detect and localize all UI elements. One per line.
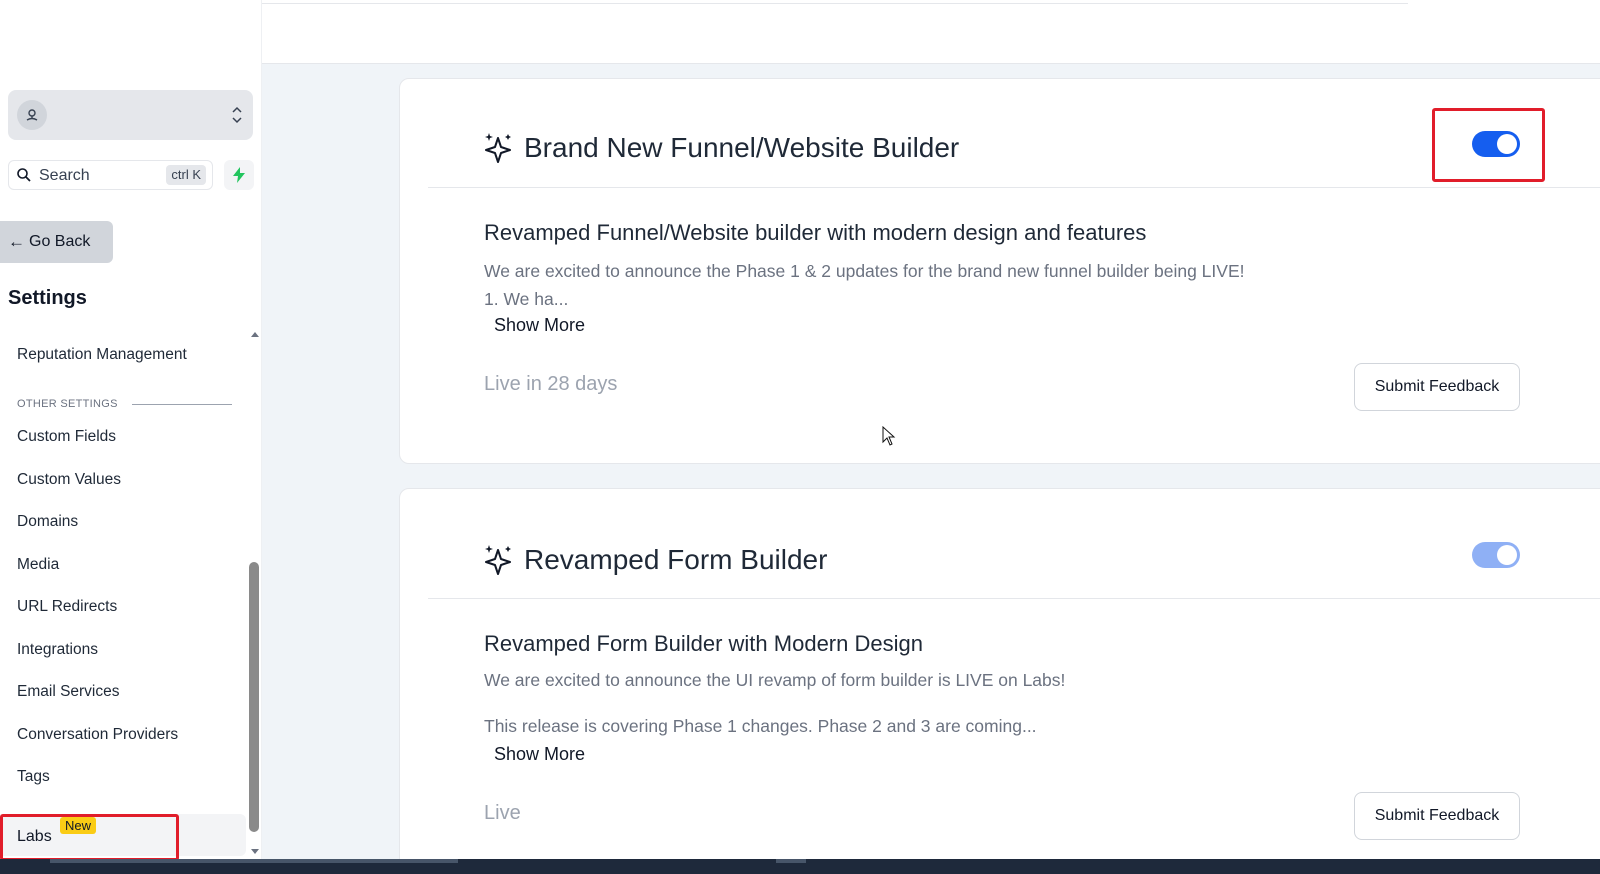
feature-card-funnel-builder: Brand New Funnel/Website Builder Revampe… — [399, 78, 1600, 464]
toggle-knob — [1497, 545, 1517, 565]
status-text: Live in 28 days — [484, 373, 618, 395]
toggle-knob — [1497, 134, 1517, 154]
sparkles-icon — [485, 133, 511, 163]
mouse-cursor-icon — [882, 426, 896, 446]
search-placeholder: Search — [39, 167, 90, 184]
settings-title: Settings — [8, 287, 87, 309]
sidebar-item-url-redirects[interactable]: URL Redirects — [17, 598, 117, 616]
card-description: We are excited to announce the UI revamp… — [484, 670, 1066, 690]
quick-action-button[interactable] — [224, 160, 254, 190]
sidebar-item-custom-values[interactable]: Custom Values — [17, 471, 121, 489]
card-description: We are excited to announce the Phase 1 &… — [484, 261, 1245, 281]
sidebar-item-conversation-providers[interactable]: Conversation Providers — [17, 726, 178, 744]
top-divider — [262, 3, 1408, 4]
card-title: Revamped Form Builder — [524, 544, 828, 575]
go-back-button[interactable]: ← Go Back — [0, 221, 113, 263]
sidebar-item-labs[interactable]: Labs New — [0, 814, 246, 856]
show-more-link[interactable]: Show More — [494, 315, 585, 336]
sidebar-item-custom-fields[interactable]: Custom Fields — [17, 428, 116, 446]
arrow-left-icon: ← — [8, 232, 25, 251]
sparkles-icon — [485, 545, 511, 575]
search-input[interactable]: Search ctrl K — [8, 160, 213, 190]
submit-feedback-button[interactable]: Submit Feedback — [1354, 792, 1520, 840]
sidebar: Search ctrl K ← Go Back Settings Reputat… — [0, 0, 262, 874]
section-divider — [131, 403, 232, 405]
settings-nav: Reputation Management OTHER SETTINGS Cus… — [0, 330, 248, 860]
taskbar-segment — [776, 859, 806, 863]
card-header: Revamped Form Builder — [484, 544, 827, 576]
section-heading-label: OTHER SETTINGS — [17, 398, 118, 410]
show-more-link[interactable]: Show More — [494, 744, 585, 765]
search-icon — [17, 168, 31, 182]
location-pin-icon — [17, 100, 47, 130]
top-bar — [262, 0, 1600, 64]
account-switcher[interactable] — [8, 90, 253, 140]
sidebar-item-integrations[interactable]: Integrations — [17, 641, 98, 659]
sidebar-item-tags[interactable]: Tags — [17, 768, 50, 786]
keyboard-shortcut-badge: ctrl K — [166, 165, 206, 185]
new-badge: New — [60, 817, 97, 834]
card-subtitle: Revamped Form Builder with Modern Design — [484, 631, 923, 656]
labs-label: Labs — [17, 828, 52, 845]
taskbar-edge — [0, 859, 1600, 874]
sidebar-item-domains[interactable]: Domains — [17, 513, 78, 531]
feature-toggle[interactable] — [1472, 131, 1520, 157]
card-title: Brand New Funnel/Website Builder — [524, 132, 960, 163]
submit-feedback-button[interactable]: Submit Feedback — [1354, 363, 1520, 411]
feature-toggle[interactable] — [1472, 542, 1520, 568]
card-description-continued: This release is covering Phase 1 changes… — [484, 716, 1037, 736]
feature-card-form-builder: Revamped Form Builder Revamped Form Buil… — [399, 488, 1600, 859]
taskbar-segment — [50, 859, 458, 863]
scrollbar-thumb[interactable] — [249, 562, 259, 832]
card-subtitle: Revamped Funnel/Website builder with mod… — [484, 220, 1147, 245]
go-back-label: Go Back — [29, 233, 91, 250]
lightning-bolt-icon — [233, 167, 245, 183]
section-heading-other-settings: OTHER SETTINGS — [17, 398, 232, 410]
sidebar-item-reputation-management[interactable]: Reputation Management — [17, 346, 187, 364]
sidebar-scrollbar[interactable] — [248, 330, 262, 860]
sidebar-item-media[interactable]: Media — [17, 556, 59, 574]
card-divider — [428, 598, 1600, 599]
scroll-up-arrow-icon[interactable] — [248, 330, 262, 342]
chevron-up-down-icon — [232, 106, 242, 124]
sidebar-item-email-services[interactable]: Email Services — [17, 683, 120, 701]
status-text: Live — [484, 802, 521, 824]
card-header: Brand New Funnel/Website Builder — [484, 132, 959, 164]
card-divider — [428, 187, 1600, 188]
card-description-continued: 1. We ha... — [484, 289, 569, 309]
labs-content: Brand New Funnel/Website Builder Revampe… — [262, 64, 1600, 859]
